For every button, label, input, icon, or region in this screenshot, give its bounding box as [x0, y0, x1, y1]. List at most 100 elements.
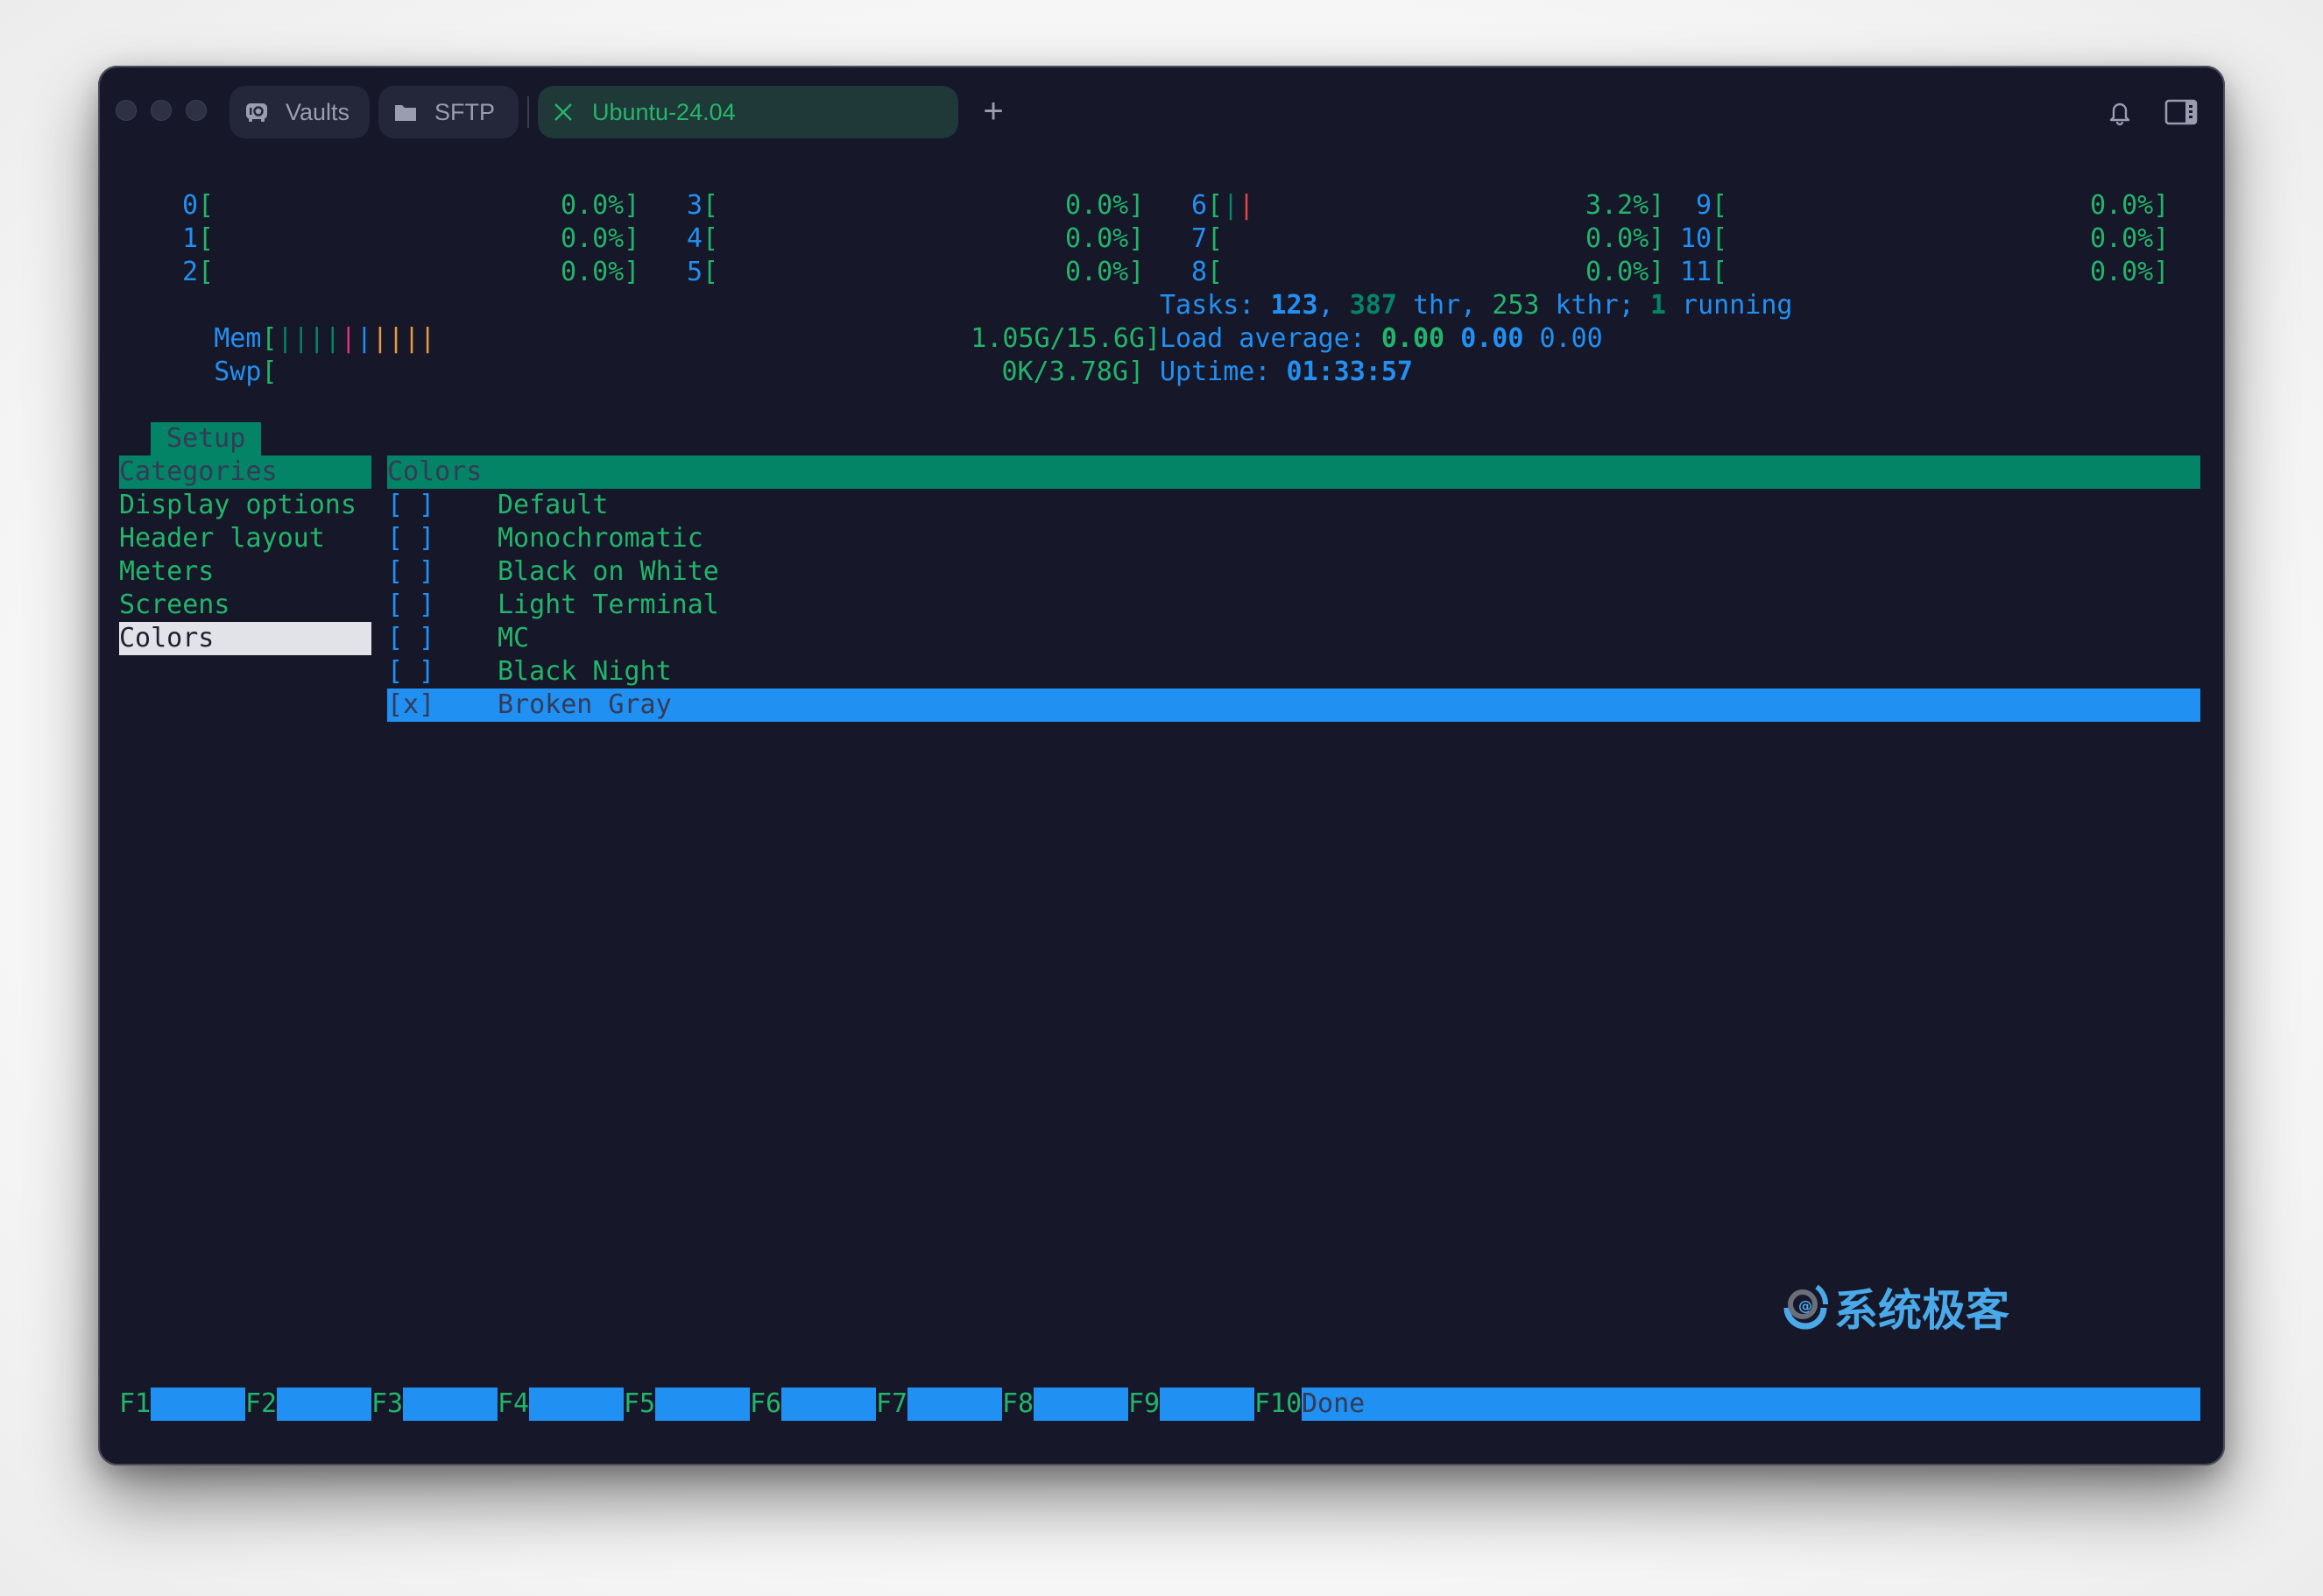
- color-scheme-label: Black on White: [498, 556, 719, 587]
- cpu-open-bracket: [: [198, 223, 215, 254]
- cpu-percent: 0.0%]: [1065, 257, 1145, 287]
- cpu-percent: 0.0%]: [561, 190, 640, 221]
- color-scheme-light-terminal[interactable]: [ ] Light Terminal: [387, 589, 2200, 622]
- load-label: Load average:: [1160, 323, 1381, 354]
- fkey-f9[interactable]: F9: [1128, 1388, 1160, 1421]
- fkey-f6[interactable]: F6: [750, 1388, 781, 1421]
- cpu-open-bracket: [: [1712, 257, 1728, 287]
- tasks-label: Tasks:: [1160, 290, 1271, 321]
- category-display-options[interactable]: Display options: [119, 489, 371, 522]
- cpu-label: 4: [687, 223, 703, 254]
- fkey-f7[interactable]: F7: [876, 1388, 907, 1421]
- color-scheme-monochromatic[interactable]: [ ] Monochromatic: [387, 522, 2200, 555]
- fkey-action-f9[interactable]: [1160, 1388, 1254, 1421]
- sidebar-toggle-icon[interactable]: [2164, 95, 2199, 130]
- fkey-action-f6[interactable]: [781, 1388, 876, 1421]
- cpu-percent: 0.0%]: [2090, 190, 2170, 221]
- cpu-open-bracket: [: [703, 223, 719, 254]
- color-scheme-label: Broken Gray: [498, 689, 672, 720]
- running-label: running: [1666, 290, 1793, 321]
- mem-usage-bar: |: [308, 323, 325, 354]
- cpu-open-bracket: [: [1207, 257, 1224, 287]
- color-scheme-label: Default: [498, 490, 609, 520]
- fkey-action-f10[interactable]: Done: [1302, 1388, 2200, 1421]
- color-scheme-mc[interactable]: [ ] MC: [387, 622, 2200, 655]
- mem-close-bracket: ]: [1144, 323, 1161, 354]
- fkey-action-f4[interactable]: [529, 1388, 624, 1421]
- color-scheme-label: Black Night: [498, 656, 672, 687]
- checkbox[interactable]: [ ]: [387, 656, 434, 687]
- cpu-percent: 0.0%]: [561, 223, 640, 254]
- close-icon[interactable]: [550, 99, 576, 125]
- category-screens[interactable]: Screens: [119, 589, 371, 622]
- kthreads-count: 253: [1492, 290, 1540, 321]
- color-scheme-black-night[interactable]: [ ] Black Night: [387, 655, 2200, 689]
- fkey-action-f7[interactable]: [907, 1388, 1002, 1421]
- tasks-sep: ,: [1317, 290, 1350, 321]
- checkbox[interactable]: [ ]: [387, 523, 434, 554]
- vault-icon: [244, 99, 270, 125]
- colors-panel-header: Colors: [387, 455, 2200, 489]
- tab-vaults[interactable]: Vaults: [229, 86, 370, 138]
- fkey-action-f8[interactable]: [1034, 1388, 1128, 1421]
- threads-count: 387: [1349, 290, 1397, 321]
- fkey-f5[interactable]: F5: [624, 1388, 655, 1421]
- category-colors[interactable]: Colors: [119, 622, 371, 655]
- cpu-usage-bar: |: [1223, 190, 1239, 221]
- new-tab-button[interactable]: +: [979, 91, 1007, 131]
- fkey-action-f1[interactable]: [151, 1388, 245, 1421]
- cpu-open-bracket: [: [1712, 190, 1728, 221]
- cpu-label: 6: [1191, 190, 1208, 221]
- fkey-f8[interactable]: F8: [1002, 1388, 1034, 1421]
- tab-setup-label: Setup: [166, 423, 246, 454]
- tab-sftp-label: SFTP: [434, 98, 496, 125]
- bell-icon[interactable]: [2102, 95, 2137, 130]
- tasks-meter: Tasks: 123, 387 thr, 253 kthr; 1 running: [1160, 289, 1793, 322]
- close-window-button[interactable]: [116, 100, 137, 121]
- mem-usage-bar: |: [324, 323, 341, 354]
- fkey-action-f2[interactable]: [277, 1388, 371, 1421]
- uptime-value: 01:33:57: [1286, 357, 1414, 387]
- categories-header: Categories: [119, 455, 371, 489]
- minimize-window-button[interactable]: [151, 100, 172, 121]
- checkbox[interactable]: [ ]: [387, 490, 434, 520]
- swp-close-bracket: ]: [1127, 357, 1144, 387]
- tab-sftp[interactable]: SFTP: [378, 86, 519, 138]
- load-1min: 0.00: [1380, 323, 1445, 354]
- fkey-action-f5[interactable]: [655, 1388, 750, 1421]
- checkbox[interactable]: [x]: [387, 689, 434, 720]
- color-scheme-default[interactable]: [ ] Default: [387, 489, 2200, 522]
- function-key-bar: F1 F2 F3 F4 F5 F6 F7 F8 F9 F10 Done: [119, 1388, 2200, 1421]
- checkbox[interactable]: [ ]: [387, 590, 434, 620]
- cpu-percent: 0.0%]: [2090, 223, 2170, 254]
- watermark: @ 系统极客: [1776, 1272, 2009, 1342]
- fkey-f1[interactable]: F1: [119, 1388, 151, 1421]
- running-count: 1: [1649, 290, 1666, 321]
- mem-bars: ||||||||||: [278, 323, 436, 354]
- fkey-f3[interactable]: F3: [371, 1388, 403, 1421]
- cpu-percent: 0.0%]: [2090, 257, 2170, 287]
- folder-icon: [392, 99, 419, 125]
- swp-value-row: 0K/3.78G]: [907, 322, 1144, 387]
- category-meters[interactable]: Meters: [119, 555, 371, 589]
- zoom-window-button[interactable]: [186, 100, 207, 121]
- fkey-action-f3[interactable]: [403, 1388, 498, 1421]
- tab-ubuntu-label: Ubuntu-24.04: [592, 98, 736, 125]
- htop-terminal[interactable]: 0[0.0%] 1[0.0%] 2[0.0%] 3[0.0%] 4[0.0%] 5[0.0…: [119, 189, 2200, 1421]
- load-15min: 0.00: [1539, 323, 1603, 354]
- fkey-f4[interactable]: F4: [498, 1388, 529, 1421]
- fkey-f10[interactable]: F10: [1254, 1388, 1302, 1421]
- swp-meter: Swp[: [151, 322, 277, 387]
- checkbox[interactable]: [ ]: [387, 623, 434, 653]
- category-header-layout[interactable]: Header layout: [119, 522, 371, 555]
- tab-ubuntu[interactable]: Ubuntu-24.04: [538, 86, 958, 138]
- tab-setup[interactable]: Setup: [151, 422, 261, 455]
- checkbox[interactable]: [ ]: [387, 556, 434, 587]
- swp-value: 0K/3.78G: [1001, 357, 1128, 387]
- mem-usage-bar: |: [404, 323, 420, 354]
- color-scheme-black-on-white[interactable]: [ ] Black on White: [387, 555, 2200, 589]
- cpu-percent: 0.0%]: [1065, 190, 1145, 221]
- fkey-f2[interactable]: F2: [245, 1388, 277, 1421]
- cpu-label: 8: [1191, 257, 1208, 287]
- color-scheme-broken-gray[interactable]: [x] Broken Gray: [387, 689, 2200, 722]
